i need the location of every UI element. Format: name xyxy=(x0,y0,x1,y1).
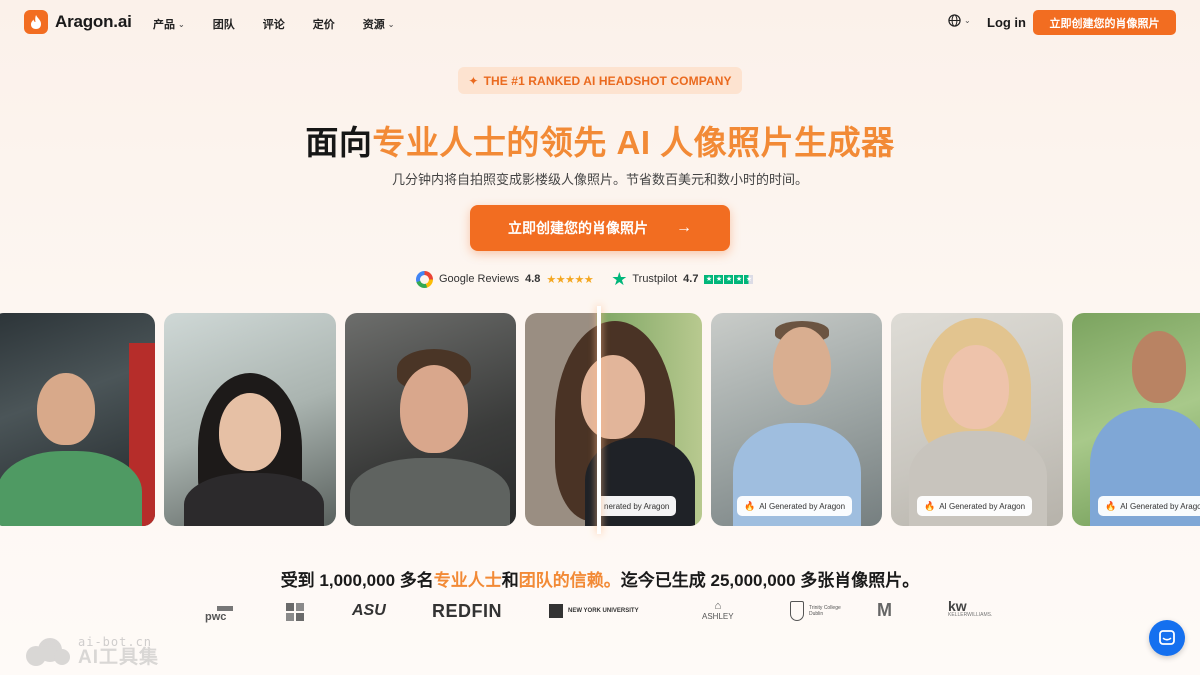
headline-prefix: 面向 xyxy=(305,124,373,161)
pwc-logo-text: pwc xyxy=(205,611,227,623)
ai-tag-text: nerated by Aragon xyxy=(604,501,670,511)
nav-links: 产品 ⌄ 团队 评论 定价 资源 ⌄ xyxy=(153,16,422,32)
language-selector[interactable]: ⌄ xyxy=(948,14,971,27)
star-rating-icon: ★★★★★ xyxy=(546,273,594,286)
nav-item-label: 评论 xyxy=(262,19,285,31)
flame-icon: 🔥 xyxy=(744,500,756,511)
create-headshot-button[interactable]: 立即创建您的肖像照片 → xyxy=(470,205,730,251)
flame-icon: 🔥 xyxy=(1105,500,1117,511)
crest-icon xyxy=(790,601,804,621)
ashley-logo-text: ASHLEY xyxy=(702,612,734,621)
ai-generated-tag: 🔥 AI Generated by Aragon xyxy=(737,496,853,516)
ashley-logo: ⌂ ASHLEY xyxy=(702,600,734,622)
client-logos: pwc ASU REDFIN NEW YORK UNIVERSITY ⌂ ASH… xyxy=(0,598,1200,628)
badge-text: THE #1 RANKED AI HEADSHOT COMPANY xyxy=(483,73,732,88)
nav-item-label: 团队 xyxy=(212,19,235,31)
trust-text: 受到 1,000,000 多名 xyxy=(280,571,434,590)
ai-tag-text: AI Generated by Aragon xyxy=(1120,501,1200,511)
chat-launcher-button[interactable] xyxy=(1149,620,1185,656)
flame-icon: 🔥 xyxy=(924,500,936,511)
trust-statement: 受到 1,000,000 多名专业人士和团队的信赖。迄今已生成 25,000,0… xyxy=(0,566,1200,591)
torch-icon xyxy=(549,604,563,618)
nav-create-headshot-button[interactable]: 立即创建您的肖像照片 xyxy=(1033,10,1176,35)
nyu-logo-text: NEW YORK UNIVERSITY xyxy=(568,608,639,614)
trustpilot-score: 4.7 xyxy=(683,273,699,285)
ai-generated-tag: 🔥 AI Generated by Aragon xyxy=(1098,496,1200,516)
trustpilot-label: Trustpilot xyxy=(632,273,678,285)
nav-item-resources[interactable]: 资源 ⌄ xyxy=(363,16,395,32)
asu-logo: ASU xyxy=(352,602,386,619)
nav-item-pricing[interactable]: 定价 xyxy=(313,16,335,32)
headshot-photo-3: 🔥 AI Generated by Aragon xyxy=(1072,313,1200,526)
kw-logo-text: kw xyxy=(948,598,967,614)
trust-accent: 专业人士 xyxy=(433,571,502,590)
trust-text: 和 xyxy=(501,571,519,590)
ranking-badge: ✦ THE #1 RANKED AI HEADSHOT COMPANY xyxy=(458,67,742,94)
arrow-right-icon: → xyxy=(676,219,692,236)
nav-item-reviews[interactable]: 评论 xyxy=(263,16,285,32)
chevron-down-icon: ⌄ xyxy=(178,19,185,29)
nav-item-label: 定价 xyxy=(312,19,335,31)
google-icon xyxy=(416,270,433,288)
nyu-logo: NEW YORK UNIVERSITY xyxy=(549,604,639,618)
sparkle-icon: ✦ xyxy=(468,73,479,88)
keller-williams-logo: kw KELLERWILLIAMS. xyxy=(948,599,992,618)
ai-generated-tag: nerated by Aragon xyxy=(597,496,677,516)
subheading: 几分钟内将自拍照变成影楼级人像照片。节省数百美元和数小时的时间。 xyxy=(391,172,808,187)
comparison-divider-handle[interactable] xyxy=(597,306,601,534)
pwc-logo: pwc xyxy=(205,606,233,623)
google-score: 4.8 xyxy=(525,273,541,285)
ai-tag-text: AI Generated by Aragon xyxy=(759,501,846,511)
cta-label: 立即创建您的肖像照片 xyxy=(508,220,648,236)
nav-item-label: 产品 xyxy=(153,19,175,31)
selfie-photo-2 xyxy=(164,313,336,526)
headline-accent: 专业人士的领先 AI 人像照片生成器 xyxy=(372,124,895,161)
nav-item-products[interactable]: 产品 ⌄ xyxy=(153,16,185,32)
chat-icon xyxy=(1159,630,1175,645)
review-ratings: Google Reviews 4.8 ★★★★★ ★ Trustpilot 4.… xyxy=(416,269,754,289)
flame-logo-icon xyxy=(24,10,48,34)
trinity-college-logo: Trinity College Dublin xyxy=(790,601,845,621)
login-link[interactable]: Log in xyxy=(987,15,1026,30)
windows-logo-icon xyxy=(286,603,304,621)
before-after-photo: nerated by Aragon xyxy=(525,313,702,526)
watermark-text: ai-bot.cn AI工具集 xyxy=(78,636,159,667)
page-title: 面向专业人士的领先 AI 人像照片生成器 xyxy=(0,116,1200,164)
selfie-photo-1 xyxy=(0,313,155,526)
chevron-down-icon: ⌄ xyxy=(387,19,395,29)
selfie-photo-3 xyxy=(345,313,516,526)
logo[interactable]: Aragon.ai xyxy=(24,10,132,34)
ai-generated-tag: 🔥 AI Generated by Aragon xyxy=(917,496,1033,516)
watermark-name: AI工具集 xyxy=(78,647,160,668)
trust-accent: 团队的信赖。 xyxy=(518,571,621,590)
chevron-down-icon: ⌄ xyxy=(964,16,971,25)
cloud-logo-icon xyxy=(26,637,70,666)
watermark: ai-bot.cn AI工具集 xyxy=(22,636,159,667)
google-reviews-label: Google Reviews xyxy=(439,273,520,285)
headshot-photo-1: 🔥 AI Generated by Aragon xyxy=(711,313,882,526)
trinity-logo-text: Trinity College Dublin xyxy=(809,605,841,617)
globe-icon xyxy=(948,14,961,27)
nav-item-label: 资源 xyxy=(362,19,385,31)
kw-logo-subtext: KELLERWILLIAMS. xyxy=(948,612,993,618)
nav-item-teams[interactable]: 团队 xyxy=(213,16,235,32)
house-icon: ⌂ xyxy=(714,600,722,612)
redfin-logo: REDFIN xyxy=(432,601,502,621)
ai-tag-text: AI Generated by Aragon xyxy=(939,501,1026,511)
trustpilot-stars-icon: ★ ★ ★ ★ ★ xyxy=(704,274,754,284)
trustpilot-star-icon: ★ xyxy=(611,269,628,289)
trust-text: 迄今已生成 25,000,000 多张肖像照片。 xyxy=(620,571,920,590)
michigan-logo: M xyxy=(877,600,892,620)
top-navigation: Aragon.ai 产品 ⌄ 团队 评论 定价 资源 ⌄ ⌄ Log in 立即创建… xyxy=(0,0,1200,46)
logo-text: Aragon.ai xyxy=(55,12,132,31)
headshot-photo-2: 🔥 AI Generated by Aragon xyxy=(891,313,1063,526)
